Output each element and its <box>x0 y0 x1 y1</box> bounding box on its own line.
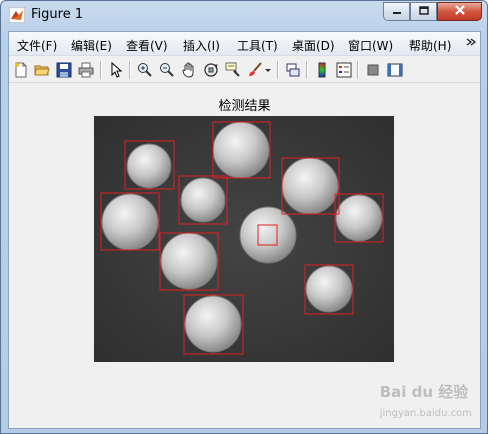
close-icon <box>454 4 466 19</box>
pointer-icon[interactable] <box>107 61 125 79</box>
detection-image <box>94 116 394 362</box>
minimize-icon <box>392 5 402 19</box>
menu-insert[interactable]: 插入(I) <box>183 37 220 54</box>
menu-bar: 文件(F) 编辑(E) 查看(V) 插入(I) 工具(T) 桌面(D) 窗口(W… <box>9 32 480 56</box>
menu-help[interactable]: 帮助(H) <box>409 37 451 54</box>
chevron-right-icon[interactable] <box>466 35 477 53</box>
maximize-button[interactable] <box>410 2 437 21</box>
toolbar-separator <box>100 61 101 79</box>
figure-canvas: 检测结果 Bai du 经验 jingyan.baidu.com <box>9 84 480 428</box>
coin <box>184 295 242 353</box>
menu-edit[interactable]: 编辑(E) <box>71 37 112 54</box>
close-button[interactable] <box>437 2 482 21</box>
menu-view[interactable]: 查看(V) <box>126 37 168 54</box>
coin <box>281 157 339 215</box>
coin <box>305 265 353 313</box>
new-figure-icon[interactable] <box>12 61 30 79</box>
link-plot-icon[interactable] <box>284 61 302 79</box>
coin <box>212 121 270 179</box>
rotate-3d-icon[interactable] <box>202 61 220 79</box>
zoom-out-icon[interactable] <box>158 61 176 79</box>
hide-plot-tools-icon[interactable] <box>364 61 382 79</box>
toolbar-separator <box>129 61 130 79</box>
colorbar-icon[interactable] <box>313 61 331 79</box>
title-bar[interactable]: Figure 1 <box>1 1 487 31</box>
window-title: Figure 1 <box>31 7 84 22</box>
pan-icon[interactable] <box>180 61 198 79</box>
toolbar-separator <box>357 61 358 79</box>
print-icon[interactable] <box>77 61 95 79</box>
toolbar <box>9 57 480 83</box>
client-area: 文件(F) 编辑(E) 查看(V) 插入(I) 工具(T) 桌面(D) 窗口(W… <box>8 31 481 429</box>
minimize-button[interactable] <box>383 2 410 21</box>
baidu-watermark: Bai du 经验 jingyan.baidu.com <box>379 383 472 419</box>
figure-window: Figure 1 文件(F) 编辑(E) 查看(V) 插入(I) 工具(T) 桌… <box>0 0 488 434</box>
menu-window[interactable]: 窗口(W) <box>348 37 393 54</box>
axes-title: 检测结果 <box>218 99 271 114</box>
zoom-in-icon[interactable] <box>136 61 154 79</box>
toolbar-separator <box>306 61 307 79</box>
save-icon[interactable] <box>55 61 73 79</box>
coin <box>180 177 226 223</box>
legend-icon[interactable] <box>335 61 353 79</box>
show-plot-tools-icon[interactable] <box>386 61 404 79</box>
coin <box>239 206 297 264</box>
coin <box>126 143 172 189</box>
menu-desktop[interactable]: 桌面(D) <box>292 37 335 54</box>
menu-file[interactable]: 文件(F) <box>17 37 57 54</box>
window-controls <box>383 2 482 22</box>
coin <box>101 193 159 251</box>
maximize-icon <box>418 5 429 19</box>
matlab-logo-icon <box>8 6 26 24</box>
data-cursor-icon[interactable] <box>224 61 242 79</box>
chevron-down-icon[interactable] <box>264 61 272 79</box>
toolbar-separator <box>277 61 278 79</box>
coin <box>160 232 218 290</box>
coin <box>335 194 383 242</box>
open-file-icon[interactable] <box>33 61 51 79</box>
brush-icon[interactable] <box>246 61 264 79</box>
menu-tools[interactable]: 工具(T) <box>237 37 278 54</box>
